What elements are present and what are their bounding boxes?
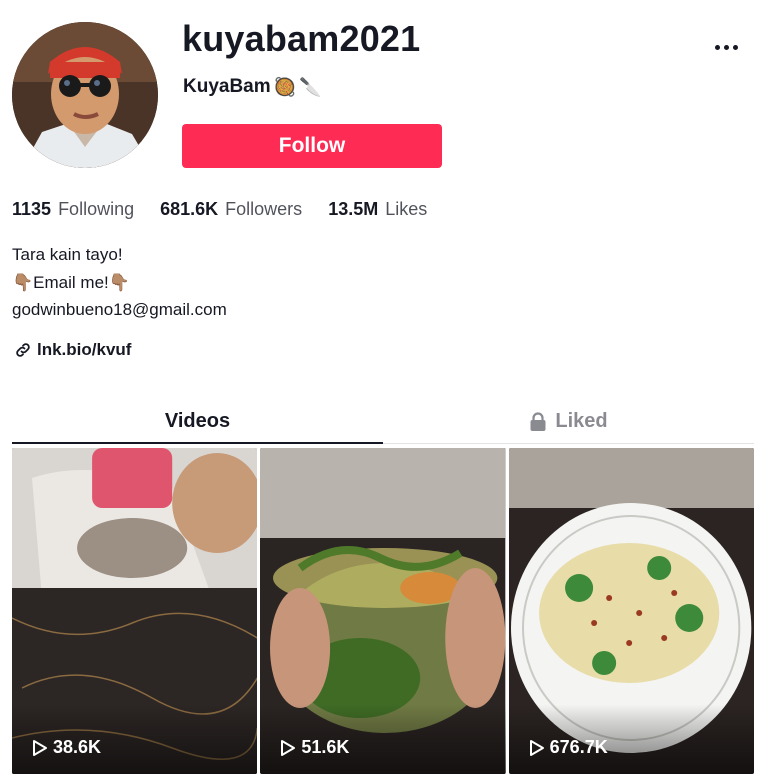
video-item[interactable]: 51.6K (260, 448, 506, 774)
bio-email: godwinbueno18@gmail.com (12, 300, 227, 319)
point-down-emoji-icon: 👇🏽 (12, 272, 34, 292)
stat-label: Likes (385, 199, 428, 219)
tab-videos[interactable]: Videos (12, 400, 383, 444)
bio-link-text: lnk.bio/kvuf (37, 340, 132, 359)
avatar[interactable] (12, 22, 158, 168)
stat-likes: 13.5M Likes (328, 199, 427, 220)
stat-value: 13.5M (328, 199, 379, 219)
dot (732, 44, 738, 50)
tab-liked[interactable]: Liked (383, 400, 754, 443)
avatar-image (12, 22, 158, 168)
bio: Tara kain tayo! 👇🏽Email me!👇🏽 godwinbuen… (12, 241, 227, 324)
play-icon (529, 739, 544, 756)
username: kuyabam2021 (182, 18, 421, 59)
view-count: 51.6K (280, 737, 349, 758)
view-count-text: 38.6K (53, 737, 102, 757)
video-grid: 38.6K 51.6K 676.7K (12, 448, 754, 774)
profile-tabs: Videos Liked (12, 400, 754, 444)
dot (723, 44, 729, 50)
point-down-emoji-icon: 👇🏽 (108, 272, 130, 292)
bio-line: Tara kain tayo! (12, 245, 123, 264)
stat-followers[interactable]: 681.6K Followers (160, 199, 302, 220)
dot (714, 44, 720, 50)
nickname: KuyaBam 🥘 🔪 (183, 76, 322, 98)
stat-value: 681.6K (160, 199, 219, 219)
lock-icon (530, 411, 546, 431)
tab-label: Videos (164, 410, 231, 432)
stat-label: Following (58, 199, 135, 219)
tab-label: Liked (555, 410, 608, 432)
bio-text: Email me! (33, 272, 109, 292)
view-count: 676.7K (529, 737, 608, 758)
view-count-text: 51.6K (301, 737, 350, 757)
bio-line: 👇🏽Email me!👇🏽 (12, 269, 227, 297)
video-item[interactable]: 676.7K (508, 448, 754, 774)
knife-emoji-icon: 🔪 (299, 77, 322, 97)
stat-following[interactable]: 1135 Following (12, 199, 134, 220)
nickname-text: KuyaBam (183, 76, 271, 97)
view-count: 38.6K (32, 737, 101, 758)
link-icon (16, 343, 30, 357)
view-count-text: 676.7K (549, 737, 608, 757)
profile-stats: 1135 Following 681.6K Followers 13.5M Li… (12, 199, 453, 220)
pan-emoji-icon: 🥘 (273, 77, 297, 97)
follow-button[interactable]: Follow (182, 124, 442, 168)
play-icon (281, 739, 296, 756)
stat-label: Followers (225, 199, 303, 219)
stat-value: 1135 (12, 199, 52, 219)
more-dots-icon[interactable] (708, 32, 744, 62)
bio-link[interactable]: lnk.bio/kvuf (14, 340, 131, 360)
play-icon (33, 739, 47, 756)
video-item[interactable]: 38.6K (12, 448, 258, 774)
